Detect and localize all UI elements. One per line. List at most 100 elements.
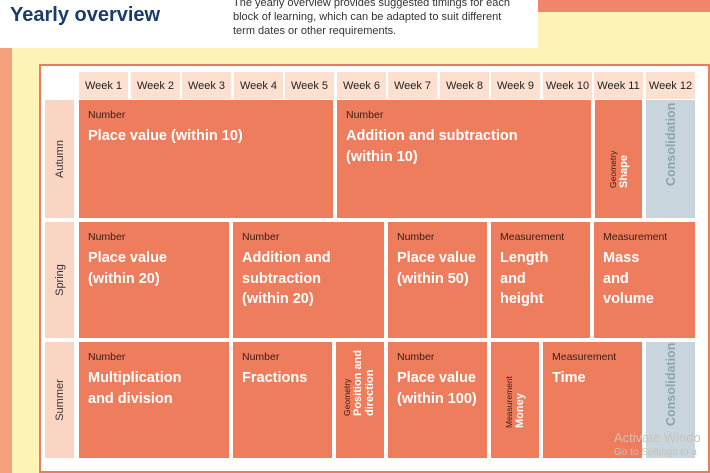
header-accent xyxy=(538,0,710,12)
block-title-line: Addition and xyxy=(242,250,331,266)
block-title-line: Length xyxy=(500,250,549,266)
week-header: Week 3 xyxy=(182,72,231,99)
block-rotated-text: Geometry Position and direction xyxy=(342,350,376,416)
block-category: Measurement xyxy=(500,231,565,243)
block-category: Measurement xyxy=(603,231,668,243)
block-title-line: direction xyxy=(364,369,376,416)
block-title-line: Addition and subtraction xyxy=(346,128,518,144)
block-place-value-50[interactable]: Number Place value (within 50) xyxy=(388,222,487,338)
watermark-line: Go to Settings to a xyxy=(614,447,697,458)
block-title-line: (within 20) xyxy=(88,270,160,287)
block-category: Number xyxy=(397,231,435,243)
block-multiplication-division[interactable]: Number Multiplication and division xyxy=(79,342,229,458)
block-title-line: subtraction xyxy=(242,270,321,287)
block-category: Geometry xyxy=(342,378,352,416)
block-category: Measurement xyxy=(552,351,617,363)
week-header: Week 6 xyxy=(337,72,386,99)
block-title: Place value (within 20) xyxy=(88,248,220,289)
term-label-text: Summer xyxy=(53,379,66,421)
block-title-line: Fractions xyxy=(242,370,308,386)
left-color-band xyxy=(0,0,12,473)
week-header: Week 10 xyxy=(543,72,592,99)
activation-watermark: Activate Windo Go to Settings to a xyxy=(614,430,701,460)
block-title: Place value (within 100) xyxy=(397,368,478,409)
intro-text: The yearly overview provides suggested t… xyxy=(233,0,533,38)
week-header: Week 4 xyxy=(234,72,283,99)
block-category: Geometry xyxy=(607,150,618,188)
block-title-line: height xyxy=(500,291,544,307)
block-mass-volume[interactable]: Measurement Mass and volume xyxy=(594,222,695,338)
block-title: Length and height xyxy=(500,248,581,310)
block-title-line: and division xyxy=(88,390,173,407)
term-label-text: Spring xyxy=(53,264,66,296)
block-rotated-text: Measurement Money xyxy=(504,376,526,428)
term-label-summer: Summer xyxy=(45,342,74,458)
block-title-line: Position and xyxy=(352,350,364,416)
block-fractions[interactable]: Number Fractions xyxy=(233,342,332,458)
block-title-line: (within 100) xyxy=(397,390,477,407)
week-header: Week 1 xyxy=(79,72,128,99)
week-header: Week 2 xyxy=(131,72,180,99)
block-title-line: volume xyxy=(603,291,654,307)
block-addition-subtraction-10[interactable]: Number Addition and subtraction (within … xyxy=(337,100,591,218)
block-category: Number xyxy=(242,231,280,243)
block-addition-subtraction-20[interactable]: Number Addition and subtraction (within … xyxy=(233,222,384,338)
week-header: Week 8 xyxy=(440,72,489,99)
block-title-line: Consolidation xyxy=(663,102,678,186)
block-place-value-100[interactable]: Number Place value (within 100) xyxy=(388,342,487,458)
block-title: Multiplication and division xyxy=(88,368,220,409)
block-title-line: Place value (within 10) xyxy=(88,128,243,144)
block-category: Number xyxy=(88,231,126,243)
block-category: Number xyxy=(242,351,280,363)
block-rotated-text: Geometry Shape xyxy=(608,151,630,188)
block-category: Number xyxy=(88,351,126,363)
block-rotated-text: Consolidation xyxy=(664,103,678,186)
block-category: Number xyxy=(397,351,435,363)
block-title-line: Place value xyxy=(397,370,476,386)
block-place-value-10[interactable]: Number Place value (within 10) xyxy=(79,100,333,218)
term-label-autumn: Autumn xyxy=(45,100,74,218)
block-title: Place value (within 50) xyxy=(397,248,478,289)
page-title: Yearly overview xyxy=(10,4,161,26)
block-shape[interactable]: Geometry Shape xyxy=(595,100,642,218)
block-title-line: Mass xyxy=(603,250,640,266)
block-title-line: Time xyxy=(552,370,586,386)
block-title-line: and xyxy=(603,270,629,287)
block-title-line: Shape xyxy=(617,154,630,188)
week-header: Week 5 xyxy=(285,72,334,99)
term-label-spring: Spring xyxy=(45,222,74,338)
block-position-direction[interactable]: Geometry Position and direction xyxy=(336,342,384,458)
block-money[interactable]: Measurement Money xyxy=(491,342,539,458)
week-header: Week 11 xyxy=(594,72,643,99)
block-title-line: Consolidation xyxy=(663,342,678,426)
block-title: Time xyxy=(552,368,633,389)
block-title-line: (within 20) xyxy=(242,291,314,307)
block-rotated-text: Consolidation xyxy=(664,343,678,426)
block-category: Number xyxy=(88,109,126,121)
block-title: Addition and subtraction (within 10) xyxy=(346,126,582,167)
block-consolidation-autumn[interactable]: Consolidation xyxy=(646,100,695,218)
block-category: Number xyxy=(346,109,384,121)
block-title: Place value (within 10) xyxy=(88,126,324,147)
block-title-line: (within 50) xyxy=(397,270,469,287)
intro-line: The yearly overview provides suggested t… xyxy=(233,0,510,9)
watermark-line: Activate Windo xyxy=(614,430,701,445)
block-title-line: Money xyxy=(514,393,526,428)
block-title-line: Place value xyxy=(397,250,476,266)
block-title-line: Place value xyxy=(88,250,167,266)
block-length-height[interactable]: Measurement Length and height xyxy=(491,222,590,338)
block-title: Mass and volume xyxy=(603,248,686,310)
block-title-line: Multiplication xyxy=(88,370,182,386)
week-header: Week 7 xyxy=(388,72,437,99)
intro-line: term dates or other requirements. xyxy=(233,25,397,37)
week-header: Week 9 xyxy=(491,72,540,99)
block-place-value-20[interactable]: Number Place value (within 20) xyxy=(79,222,229,338)
block-title-line: (within 10) xyxy=(346,148,418,165)
block-title-line: and xyxy=(500,270,526,287)
week-header: Week 12 xyxy=(646,72,695,99)
block-title: Addition and subtraction (within 20) xyxy=(242,248,375,310)
intro-line: block of learning, which can be adapted … xyxy=(233,11,502,23)
block-category: Measurement xyxy=(504,376,514,428)
block-title: Fractions xyxy=(242,368,323,389)
term-label-text: Autumn xyxy=(53,140,66,178)
